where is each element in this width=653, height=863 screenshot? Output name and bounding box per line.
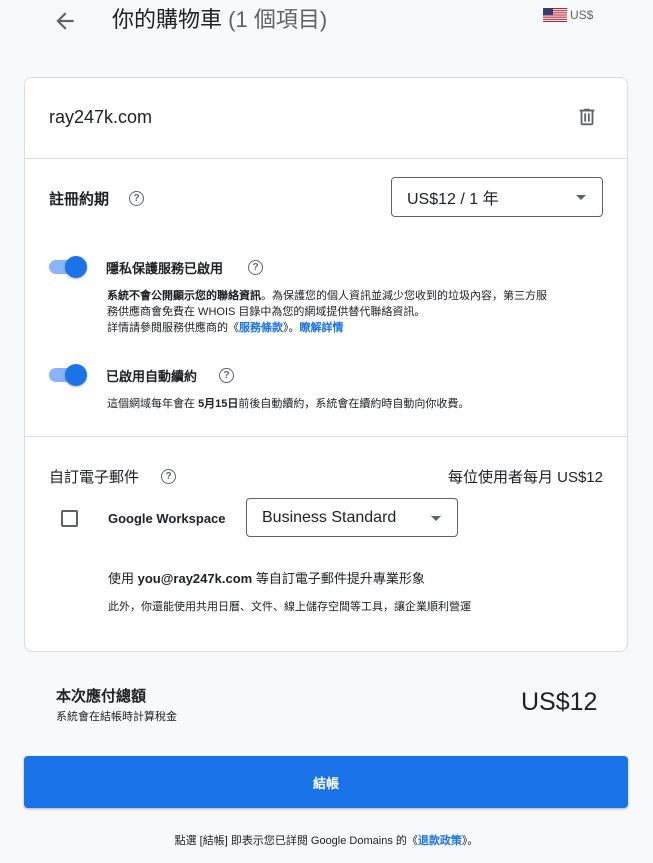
footer-prefix: 點選 [結帳] 即表示您已詳閱 Google Domains 的《 xyxy=(174,835,418,847)
auto-renew-desc-suffix: 前後自動續約，系統會在續約時自動向你收費。 xyxy=(238,398,470,410)
delete-icon[interactable] xyxy=(576,106,598,128)
email-promo-suffix: 等自訂電子郵件提升專業形象 xyxy=(252,571,425,586)
auto-renew-desc-prefix: 這個網域每年會在 xyxy=(107,398,199,410)
domain-name: ray247k.com xyxy=(49,107,153,127)
registration-term-label: 註冊約期 xyxy=(49,191,110,208)
cart-item-card: ray247k.com 註冊約期 ? US$12 / 1 年 隱私保護服務已啟用… xyxy=(24,77,628,652)
total-price: US$12 xyxy=(521,688,598,716)
privacy-desc-terms-suffix: 》。 xyxy=(283,322,300,334)
terms-of-service-link[interactable]: 服務條款 xyxy=(239,322,283,334)
google-workspace-checkbox[interactable] xyxy=(61,510,78,527)
tax-note: 系統會在結帳時計算稅金 xyxy=(56,711,177,723)
workspace-plan-select[interactable]: Business Standard xyxy=(246,498,458,537)
help-icon[interactable]: ? xyxy=(129,191,144,206)
divider xyxy=(25,436,627,437)
workspace-plan-value: Business Standard xyxy=(262,508,397,526)
footer-suffix: 》。 xyxy=(461,835,479,847)
currency-label: US$ xyxy=(570,8,594,22)
email-price-note: 每位使用者每月 US$12 xyxy=(447,469,603,486)
checkout-button[interactable]: 結帳 xyxy=(24,756,628,808)
learn-more-link[interactable]: 瞭解詳情 xyxy=(300,322,344,334)
auto-renew-toggle[interactable] xyxy=(49,364,87,386)
renewal-date: 5月15日 xyxy=(198,398,239,410)
auto-renew-label: 已啟用自動續約 xyxy=(106,369,198,384)
total-label: 本次應付總額 xyxy=(56,688,147,705)
page-title: 你的購物車 (1 個項目) xyxy=(112,6,327,34)
help-icon[interactable]: ? xyxy=(248,260,263,275)
refund-policy-link[interactable]: 退款政策 xyxy=(418,835,462,847)
email-promo-prefix: 使用 xyxy=(108,571,138,586)
privacy-label: 隱私保護服務已啟用 xyxy=(106,261,224,276)
registration-term-select[interactable]: US$12 / 1 年 xyxy=(391,177,603,217)
help-icon[interactable]: ? xyxy=(161,469,176,484)
auto-renew-description: 這個網域每年會在 5月15日前後自動續約，系統會在續約時自動向你收費。 xyxy=(107,396,567,412)
us-flag-icon xyxy=(543,8,567,22)
top-bar: 你的購物車 (1 個項目) US$ xyxy=(0,0,653,50)
cart-title: 你的購物車 xyxy=(112,7,223,32)
cart-item-count: (1 個項目) xyxy=(228,7,328,32)
google-workspace-label: Google Workspace xyxy=(108,511,226,526)
email-example: you@ray247k.com xyxy=(137,571,253,586)
back-arrow-icon[interactable] xyxy=(52,8,78,34)
toggle-thumb xyxy=(65,256,87,278)
dropdown-arrow-icon xyxy=(431,515,441,521)
divider xyxy=(25,158,627,159)
email-promo: 使用 you@ray247k.com 等自訂電子郵件提升專業形象 xyxy=(108,568,425,587)
privacy-desc-bold: 系統不會公開顯示您的聯絡資訊 xyxy=(107,290,261,302)
privacy-description: 系統不會公開顯示您的聯絡資訊。為保護您的個人資訊並減少您收到的垃圾內容，第三方服… xyxy=(107,288,547,336)
privacy-toggle[interactable] xyxy=(49,256,87,278)
privacy-desc-terms-prefix: 詳情請參閱服務供應商的《 xyxy=(107,322,239,334)
currency-selector[interactable]: US$ xyxy=(543,8,593,22)
registration-term-value: US$12 / 1 年 xyxy=(407,191,499,208)
footer-note: 點選 [結帳] 即表示您已詳閱 Google Domains 的《退款政策》。 xyxy=(0,832,653,848)
help-icon[interactable]: ? xyxy=(219,368,234,383)
toggle-thumb xyxy=(65,364,87,386)
dropdown-arrow-icon xyxy=(576,195,586,200)
custom-email-label: 自訂電子郵件 xyxy=(49,469,140,486)
email-promo-description: 此外，你還能使用共用日曆、文件、線上儲存空間等工具，讓企業順利營運 xyxy=(108,601,471,613)
